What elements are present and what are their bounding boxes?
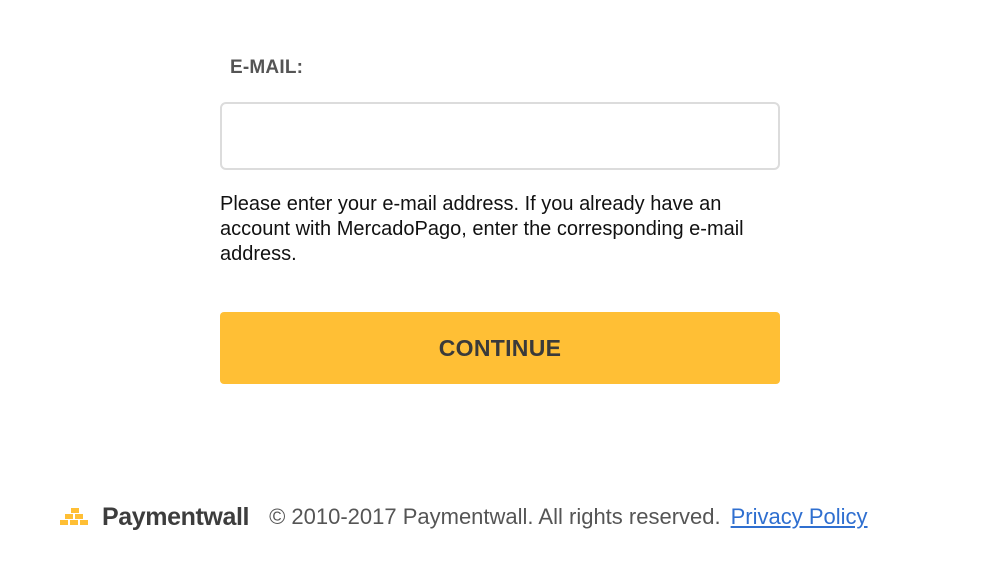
email-help-text: Please enter your e-mail address. If you… [220,193,744,265]
email-label: E-MAIL: [230,57,304,78]
copyright-text: © 2010-2017 Paymentwall. All rights rese… [269,504,721,529]
paymentwall-logo-icon [60,508,88,525]
brand: Paymentwall [60,503,249,532]
email-input[interactable] [220,102,780,170]
footer: Paymentwall © 2010-2017 Paymentwall. All… [60,500,868,534]
privacy-policy-link[interactable]: Privacy Policy [731,504,868,530]
brand-name: Paymentwall [102,502,250,531]
payment-page: E-MAIL: Please enter your e-mail address… [0,0,1008,580]
continue-button[interactable]: CONTINUE [220,312,780,384]
